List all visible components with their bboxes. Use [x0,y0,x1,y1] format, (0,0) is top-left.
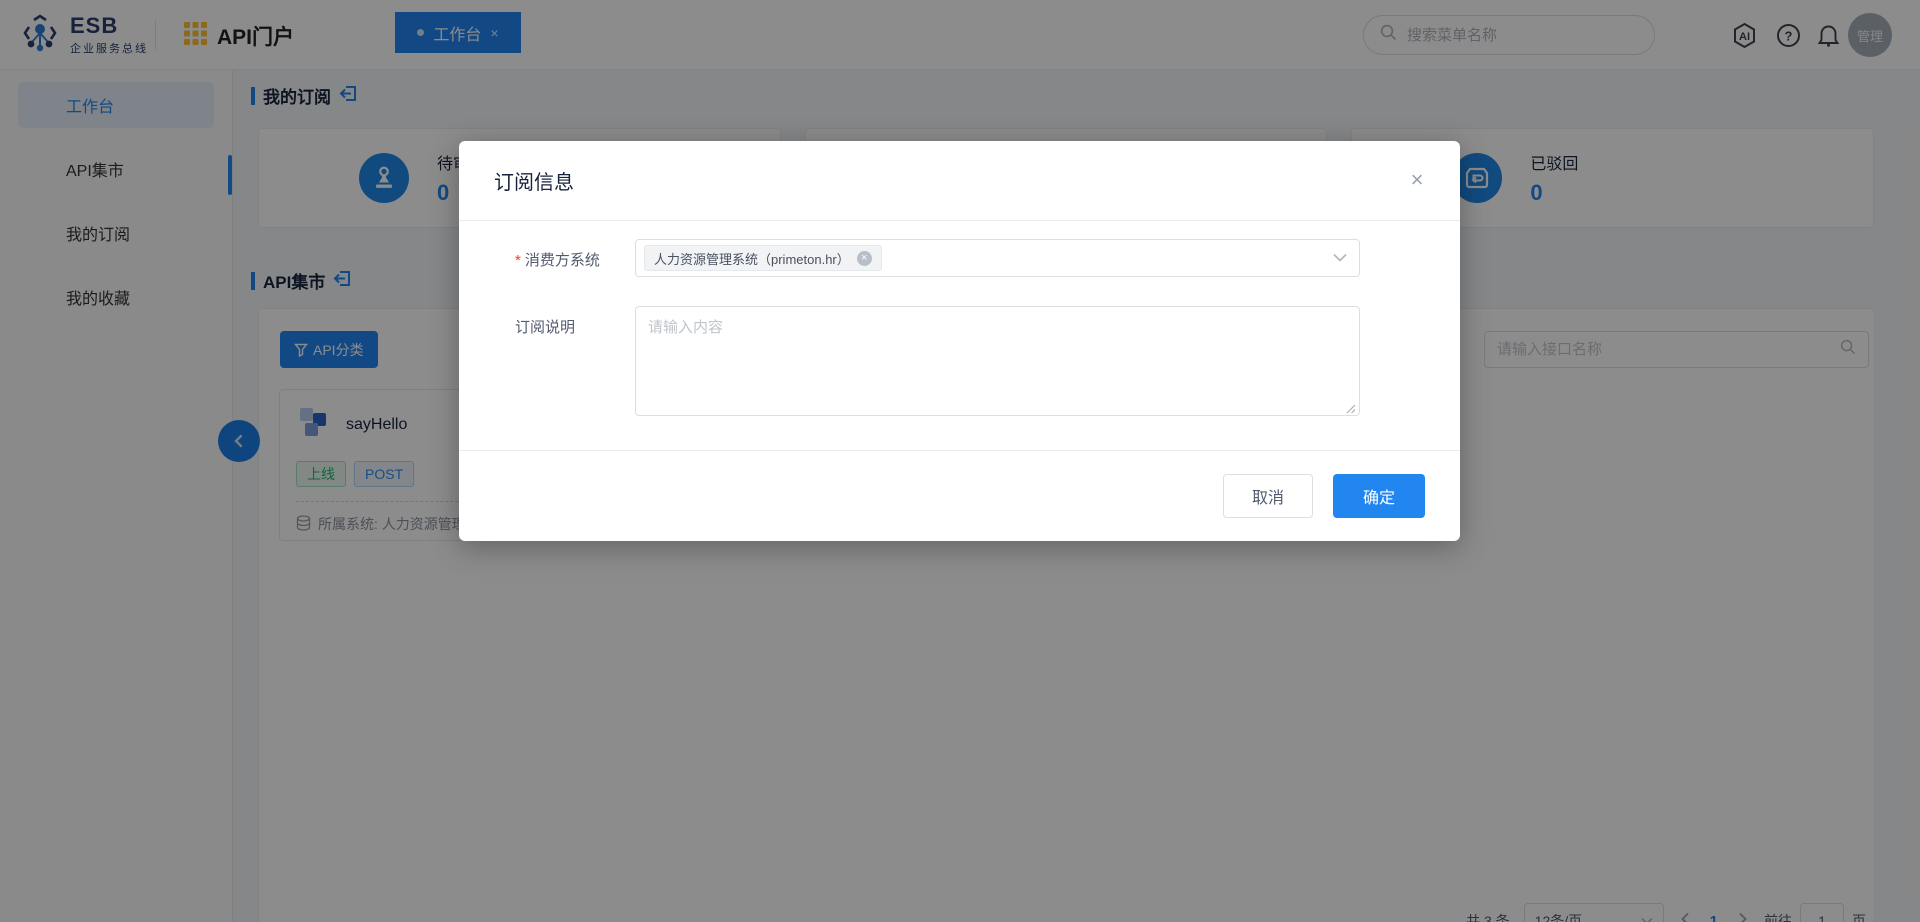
description-textarea[interactable] [635,306,1360,416]
consumer-system-label: *消费方系统 [515,249,600,270]
modal-title: 订阅信息 [494,166,574,195]
selected-system-tag: 人力资源管理系统（primeton.hr） × [644,245,882,271]
page: ESB 企业服务总线 API门户 工作台 × [0,0,1920,922]
cancel-button[interactable]: 取消 [1223,474,1313,518]
chevron-down-icon [1333,249,1347,267]
modal-header: 订阅信息 [459,141,1460,221]
close-icon[interactable]: × [1402,165,1432,195]
consumer-system-select[interactable]: 人力资源管理系统（primeton.hr） × [635,239,1360,277]
subscription-modal: 订阅信息 × *消费方系统 人力资源管理系统（primeton.hr） × 订阅… [459,141,1460,541]
selected-system-tag-label: 人力资源管理系统（primeton.hr） [654,249,850,268]
required-asterisk: * [515,252,521,269]
description-label: 订阅说明 [515,316,575,337]
tag-remove-icon[interactable]: × [857,251,872,266]
modal-footer: 取消 确定 [459,450,1460,541]
confirm-button[interactable]: 确定 [1333,474,1425,518]
